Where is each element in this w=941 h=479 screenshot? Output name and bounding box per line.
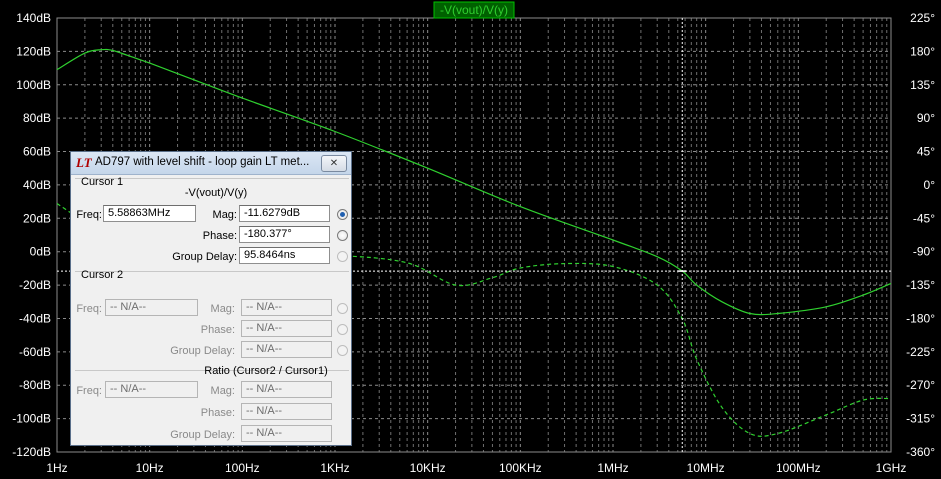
x-tick-label: 1Hz: [46, 461, 67, 475]
cursor1-phase-radio[interactable]: [337, 230, 348, 241]
cursor1-mag-field[interactable]: -11.6279dB: [239, 205, 330, 222]
cursor2-mag-label: Mag:: [210, 303, 235, 315]
x-tick-label: 10Hz: [136, 461, 164, 475]
y-right-tick-label: 225°: [910, 11, 935, 25]
ratio-freq-field[interactable]: -- N/A--: [105, 381, 198, 398]
y-right-tick-label: -45°: [913, 211, 935, 225]
ratio-section-label: Ratio (Cursor2 / Cursor1): [204, 365, 328, 377]
cursor1-section-label: Cursor 1: [81, 176, 124, 188]
ratio-gd-label: Group Delay:: [170, 429, 235, 441]
y-left-tick-label: 0dB: [30, 245, 51, 259]
y-left-tick-label: -120dB: [12, 445, 51, 459]
cursor2-gd-label: Group Delay:: [170, 345, 235, 357]
x-tick-label: 1GHz: [876, 461, 907, 475]
cursor2-phase-field[interactable]: -- N/A--: [241, 320, 332, 337]
cursor2-mag-field[interactable]: -- N/A--: [241, 299, 332, 316]
dialog-title: AD797 with level shift - loop gain LT me…: [95, 156, 310, 168]
cursor2-freq-label: Freq:: [76, 303, 102, 315]
cursor1-freq-label: Freq:: [76, 209, 102, 221]
y-right-tick-label: -135°: [906, 278, 935, 292]
cursor2-freq-field[interactable]: -- N/A--: [105, 299, 198, 316]
y-right-tick-label: -270°: [906, 378, 935, 392]
y-left-tick-label: -100dB: [12, 412, 51, 426]
y-right-tick-label: 45°: [917, 145, 935, 159]
ratio-freq-label: Freq:: [76, 385, 102, 397]
x-tick-label: 100Hz: [225, 461, 260, 475]
lt-logo-icon: LT: [76, 155, 92, 170]
x-tick-label: 10MHz: [687, 461, 725, 475]
cursor1-expression: -V(vout)/V(y): [184, 187, 248, 199]
y-left-tick-label: 120dB: [16, 44, 51, 58]
plot-title[interactable]: -V(vout)/V(y): [440, 3, 508, 17]
ratio-phase-label: Phase:: [200, 407, 235, 419]
y-right-tick-label: 90°: [917, 111, 935, 125]
cursor1-gd-radio[interactable]: [337, 251, 348, 262]
cursor2-gd-field[interactable]: -- N/A--: [241, 341, 332, 358]
y-right-tick-label: -360°: [906, 445, 935, 459]
cursor1-freq-field[interactable]: 5.58863MHz: [103, 205, 196, 222]
x-tick-label: 1KHz: [320, 461, 349, 475]
y-right-tick-label: 135°: [910, 78, 935, 92]
y-right-tick-label: -90°: [913, 245, 935, 259]
cursor2-mag-radio[interactable]: [337, 303, 348, 314]
cursor2-gd-radio[interactable]: [337, 345, 348, 356]
ratio-gd-field[interactable]: -- N/A--: [241, 425, 332, 442]
y-right-tick-label: 180°: [910, 44, 935, 58]
cursor1-gd-field[interactable]: 95.8464ns: [239, 247, 330, 264]
y-left-tick-label: 60dB: [23, 145, 51, 159]
cursor1-phase-label: Phase:: [202, 230, 237, 242]
y-left-tick-label: 80dB: [23, 111, 51, 125]
cursor2-phase-label: Phase:: [200, 324, 235, 336]
cursor1-mag-radio[interactable]: [337, 209, 348, 220]
y-left-tick-label: 20dB: [23, 211, 51, 225]
ratio-mag-label: Mag:: [210, 385, 235, 397]
dialog-titlebar[interactable]: LT AD797 with level shift - loop gain LT…: [71, 152, 351, 175]
cursor1-phase-field[interactable]: -180.377°: [239, 226, 330, 243]
y-left-tick-label: 140dB: [16, 11, 51, 25]
y-right-tick-label: 0°: [924, 178, 936, 192]
cursor-dialog: LT AD797 with level shift - loop gain LT…: [70, 151, 352, 446]
x-tick-label: 100MHz: [776, 461, 821, 475]
y-left-tick-label: -80dB: [19, 378, 51, 392]
y-right-tick-label: -225°: [906, 345, 935, 359]
x-tick-label: 1MHz: [597, 461, 628, 475]
cursor2-phase-radio[interactable]: [337, 324, 348, 335]
y-left-tick-label: -20dB: [19, 278, 51, 292]
y-left-tick-label: 100dB: [16, 78, 51, 92]
y-left-tick-label: -40dB: [19, 311, 51, 325]
ratio-mag-field[interactable]: -- N/A--: [241, 381, 332, 398]
x-tick-label: 10KHz: [410, 461, 446, 475]
close-button[interactable]: ✕: [321, 155, 347, 172]
y-left-tick-label: -60dB: [19, 345, 51, 359]
x-tick-label: 100KHz: [499, 461, 542, 475]
y-left-tick-label: 40dB: [23, 178, 51, 192]
y-right-tick-label: -180°: [906, 311, 935, 325]
cursor1-gd-label: Group Delay:: [172, 251, 237, 263]
cursor2-section-label: Cursor 2: [81, 269, 124, 281]
cursor1-mag-label: Mag:: [212, 209, 237, 221]
ratio-phase-field[interactable]: -- N/A--: [241, 403, 332, 420]
y-right-tick-label: -315°: [906, 412, 935, 426]
